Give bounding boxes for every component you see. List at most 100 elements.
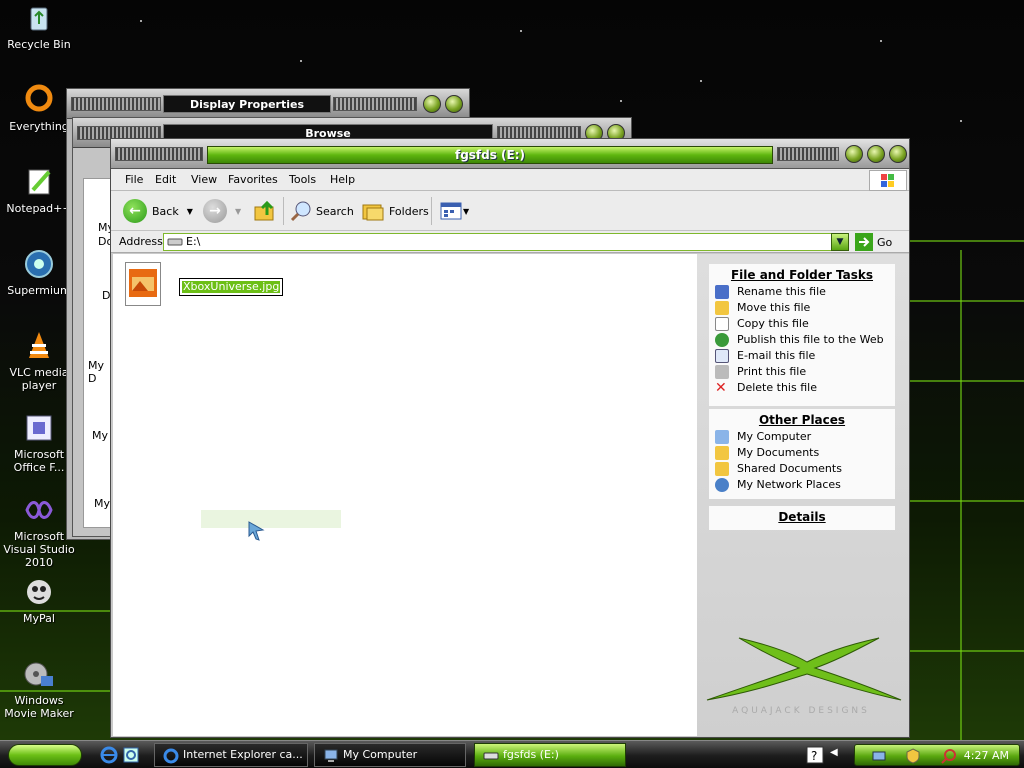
- star: [520, 30, 522, 32]
- close-button[interactable]: [445, 95, 463, 113]
- grid-line: [910, 380, 1024, 382]
- office-icon: [23, 412, 55, 444]
- address-bar: Address E:\ ▼ Go: [111, 231, 909, 253]
- details-title[interactable]: Details: [709, 506, 895, 524]
- explorer-window[interactable]: fgsfds (E:) File Edit View Favorites Too…: [110, 138, 910, 738]
- place-shared-documents[interactable]: Shared Documents: [709, 461, 895, 477]
- everything-icon: [23, 84, 55, 116]
- taskbar-button-fgsfds[interactable]: fgsfds (E:): [474, 743, 626, 767]
- email-icon: [715, 349, 729, 363]
- notepadpp-icon: [23, 166, 55, 198]
- desktop-icon-recycle-bin[interactable]: Recycle Bin: [0, 2, 78, 51]
- ie-quicklaunch-icon[interactable]: [100, 746, 118, 764]
- ie-alt-quicklaunch-icon[interactable]: [122, 746, 140, 764]
- help-icon[interactable]: ?: [806, 746, 824, 764]
- address-dropdown-button[interactable]: ▼: [831, 233, 849, 251]
- task-delete-file[interactable]: ✕ Delete this file: [709, 380, 895, 396]
- task-pane: File and Folder Tasks Rename this file M…: [697, 254, 909, 736]
- grid-line: [910, 650, 1024, 652]
- file-rename-box[interactable]: XboxUniverse.jpg: [179, 278, 283, 296]
- task-label: Rename this file: [737, 285, 826, 298]
- browse-folder-list[interactable]: My Do D My D My My: [83, 178, 114, 528]
- forward-arrow-icon: →: [203, 199, 227, 223]
- selection-ghost: [201, 510, 341, 528]
- tray-expand-icon[interactable]: ◀: [830, 747, 838, 758]
- file-folder-tasks-title[interactable]: File and Folder Tasks: [709, 264, 895, 282]
- window-title: fgsfds (E:): [207, 146, 773, 164]
- desktop-icon-mypal[interactable]: MyPal: [0, 576, 78, 625]
- taskbar-button-my-computer[interactable]: My Computer: [314, 743, 466, 767]
- menu-help[interactable]: Help: [330, 173, 355, 186]
- mypal-icon: [23, 576, 55, 608]
- address-input[interactable]: E:\: [163, 233, 849, 251]
- vlc-cone-icon: [23, 330, 55, 362]
- task-rename-file[interactable]: Rename this file: [709, 284, 895, 300]
- desktop-icon-label: Windows Movie Maker: [4, 694, 74, 720]
- start-button[interactable]: [8, 744, 82, 766]
- drive-icon: [483, 752, 499, 760]
- back-button[interactable]: ← Back ▼: [123, 197, 193, 225]
- menu-edit[interactable]: Edit: [155, 173, 176, 186]
- up-button[interactable]: [253, 197, 277, 225]
- file-name[interactable]: XboxUniverse.jpg: [182, 281, 281, 293]
- display-properties-titlebar[interactable]: Display Properties: [67, 89, 469, 119]
- titlebar-grille: [777, 147, 839, 161]
- task-label: Delete this file: [737, 381, 817, 394]
- grid-line: [910, 240, 1024, 242]
- menu-view[interactable]: View: [191, 173, 217, 186]
- explorer-titlebar[interactable]: fgsfds (E:): [111, 139, 909, 169]
- place-my-computer[interactable]: My Computer: [709, 429, 895, 445]
- maximize-button[interactable]: [867, 145, 885, 163]
- search-tray-icon[interactable]: [941, 748, 957, 764]
- star: [620, 100, 622, 102]
- task-print-file[interactable]: Print this file: [709, 364, 895, 380]
- network-tray-icon[interactable]: [871, 748, 887, 764]
- browse-item: My: [92, 429, 109, 442]
- forward-button[interactable]: → ▼: [203, 197, 241, 225]
- grid-line: [910, 300, 1024, 302]
- search-button[interactable]: Search: [289, 197, 354, 225]
- system-tray: 4:27 AM: [854, 744, 1020, 766]
- menu-favorites[interactable]: Favorites: [228, 173, 278, 186]
- close-button[interactable]: [889, 145, 907, 163]
- go-button[interactable]: Go: [855, 233, 892, 251]
- taskbar-button-internet-explorer[interactable]: Internet Explorer ca...: [154, 743, 308, 767]
- task-publish-web[interactable]: Publish this file to the Web: [709, 332, 895, 348]
- file-folder-tasks-panel: File and Folder Tasks Rename this file M…: [709, 264, 895, 406]
- back-dropdown-icon[interactable]: ▼: [187, 207, 193, 216]
- search-label: Search: [316, 204, 354, 218]
- toolbar-separator: [431, 197, 432, 225]
- file-list-pane[interactable]: XboxUniverse.jpg: [113, 254, 697, 736]
- task-email-file[interactable]: E-mail this file: [709, 348, 895, 364]
- watermark-text: AQUAJACK DESIGNS: [732, 706, 870, 716]
- folders-button[interactable]: Folders: [361, 197, 429, 225]
- back-arrow-icon: ←: [123, 199, 147, 223]
- views-button[interactable]: ▼: [439, 197, 469, 225]
- toolbar-separator: [283, 197, 284, 225]
- place-my-documents[interactable]: My Documents: [709, 445, 895, 461]
- menu-file[interactable]: File: [125, 173, 143, 186]
- svg-text:?: ?: [811, 749, 817, 763]
- clock[interactable]: 4:27 AM: [964, 749, 1009, 762]
- taskbar-button-label: Internet Explorer ca...: [183, 748, 303, 761]
- move-icon: [715, 301, 729, 315]
- task-move-file[interactable]: Move this file: [709, 300, 895, 316]
- place-label: Shared Documents: [737, 462, 842, 475]
- security-shield-icon[interactable]: [905, 748, 921, 764]
- place-network[interactable]: My Network Places: [709, 477, 895, 493]
- copy-icon: [715, 317, 729, 331]
- titlebar-grille: [115, 147, 203, 161]
- toolbar: ← Back ▼ → ▼ Search Folders ▼: [111, 191, 909, 231]
- other-places-title[interactable]: Other Places: [709, 409, 895, 427]
- menu-tools[interactable]: Tools: [289, 173, 316, 186]
- views-dropdown-icon: ▼: [463, 206, 470, 216]
- place-label: My Computer: [737, 430, 812, 443]
- network-icon: [715, 478, 729, 492]
- minimize-button[interactable]: [845, 145, 863, 163]
- desktop-icon-movie-maker[interactable]: Windows Movie Maker: [0, 658, 78, 720]
- minimize-button[interactable]: [423, 95, 441, 113]
- back-label: Back: [152, 204, 179, 218]
- task-copy-file[interactable]: Copy this file: [709, 316, 895, 332]
- forward-dropdown-icon[interactable]: ▼: [235, 207, 241, 216]
- star: [960, 120, 962, 122]
